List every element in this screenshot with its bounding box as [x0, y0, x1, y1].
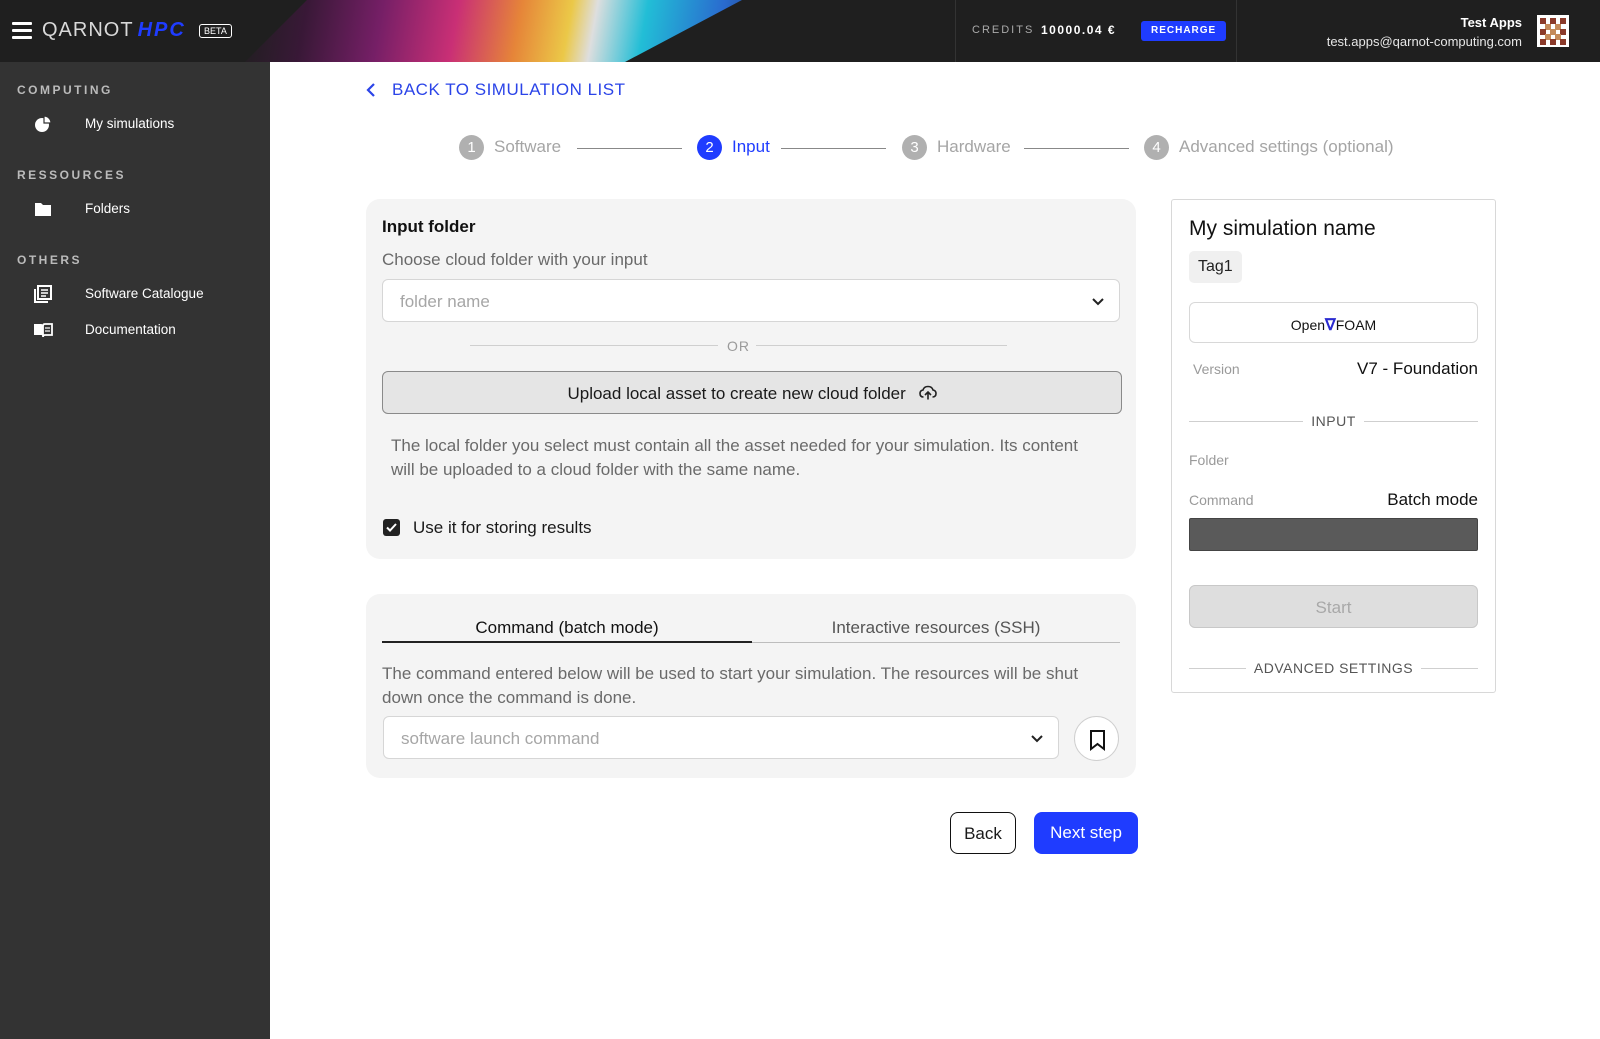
sidebar-section-others: OTHERS	[17, 253, 83, 267]
input-divider: INPUT	[1189, 413, 1478, 429]
sidebar-item-label: My simulations	[85, 116, 175, 131]
step-indicator: 1 Software 2 Input 3 Hardware 4 Advanced…	[459, 134, 1419, 162]
store-results-checkbox[interactable]	[383, 519, 400, 536]
openfoam-logo-icon: ∇	[1325, 317, 1336, 334]
cloud-upload-icon	[918, 385, 937, 400]
or-label: OR	[727, 338, 750, 354]
sidebar-section-computing: COMPUTING	[17, 83, 113, 97]
software-logo: Open∇FOAM	[1189, 302, 1478, 343]
input-folder-title: Input folder	[382, 217, 476, 236]
tab-label: Command (batch mode)	[475, 618, 659, 637]
avatar[interactable]	[1537, 15, 1569, 47]
command-select[interactable]: software launch command	[383, 716, 1059, 759]
logo-text: QARNOT	[42, 19, 134, 41]
step-number: 4	[1144, 135, 1169, 160]
tab-interactive-ssh[interactable]: Interactive resources (SSH)	[752, 612, 1120, 643]
or-separator: OR	[470, 338, 1007, 354]
chevron-left-icon	[364, 82, 380, 98]
advanced-settings-divider[interactable]: ADVANCED SETTINGS	[1189, 660, 1478, 676]
step-label: Hardware	[937, 137, 1011, 156]
folder-icon	[33, 199, 53, 219]
back-link-label: BACK TO SIMULATION LIST	[392, 80, 626, 99]
input-folder-subtitle: Choose cloud folder with your input	[382, 250, 648, 269]
simulation-tag[interactable]: Tag1	[1189, 251, 1242, 283]
sidebar-item-folders[interactable]: Folders	[0, 195, 270, 223]
command-select-placeholder: software launch command	[401, 729, 600, 748]
tab-label: Interactive resources (SSH)	[831, 618, 1041, 637]
user-email: test.apps@qarnot-computing.com	[1326, 34, 1522, 49]
tab-underline	[752, 642, 1120, 643]
sidebar-section-ressources: RESSOURCES	[17, 168, 127, 182]
folder-label: Folder	[1189, 452, 1229, 468]
start-button[interactable]: Start	[1189, 585, 1478, 628]
command-description: The command entered below will be used t…	[382, 664, 1079, 707]
app-logo[interactable]: QARNOT HPC	[42, 19, 186, 42]
command-value: Batch mode	[1387, 490, 1478, 509]
tab-underline-active	[382, 641, 752, 643]
sidebar-item-label: Software Catalogue	[85, 286, 204, 301]
back-button[interactable]: Back	[950, 812, 1016, 854]
step-number: 2	[697, 135, 722, 160]
sidebar-item-label: Documentation	[85, 322, 176, 337]
software-name-prefix: Open	[1290, 317, 1326, 333]
command-label: Command	[1189, 492, 1254, 508]
simulation-name: My simulation name	[1189, 217, 1376, 240]
command-preview	[1189, 518, 1478, 551]
next-step-button[interactable]: Next step	[1034, 812, 1138, 854]
credits-label: CREDITS	[972, 24, 1035, 36]
chevron-down-icon	[1030, 732, 1044, 746]
software-name-suffix: FOAM	[1335, 317, 1377, 333]
logo-accent: HPC	[137, 19, 186, 41]
step-connector	[1024, 148, 1129, 149]
hamburger-menu-icon[interactable]	[12, 22, 32, 39]
credits-value: 10000.04 €	[1041, 23, 1117, 37]
step-label: Software	[494, 137, 562, 156]
sidebar-item-software-catalogue[interactable]: Software Catalogue	[0, 280, 270, 308]
user-name: Test Apps	[1460, 15, 1522, 30]
next-step-label: Next step	[1050, 823, 1122, 842]
save-command-button[interactable]	[1074, 716, 1119, 761]
credits-panel: CREDITS 10000.04 € RECHARGE	[955, 0, 1237, 62]
back-button-label: Back	[964, 824, 1002, 843]
chevron-down-icon	[1091, 295, 1105, 309]
upload-help-text: The local folder you select must contain…	[391, 436, 1078, 479]
upload-button-label: Upload local asset to create new cloud f…	[383, 384, 1121, 404]
version-value: V7 - Foundation	[1357, 359, 1478, 378]
folder-select[interactable]: folder name	[382, 279, 1120, 322]
step-number: 3	[902, 135, 927, 160]
header-banner-art	[245, 0, 845, 62]
step-connector	[781, 148, 886, 149]
advanced-settings-label: ADVANCED SETTINGS	[1245, 660, 1422, 676]
book-icon	[33, 320, 53, 340]
sidebar-item-documentation[interactable]: Documentation	[0, 316, 270, 344]
step-label: Advanced settings (optional)	[1179, 137, 1394, 156]
upload-local-asset-button[interactable]: Upload local asset to create new cloud f…	[382, 371, 1122, 414]
sidebar-item-label: Folders	[85, 201, 131, 216]
store-results-label: Use it for storing results	[413, 518, 592, 537]
step-connector	[577, 148, 682, 149]
sidebar-item-my-simulations[interactable]: My simulations	[0, 110, 270, 138]
catalogue-icon	[33, 284, 53, 304]
simulations-icon	[33, 114, 53, 134]
bookmark-icon	[1090, 730, 1105, 752]
top-header: QARNOT HPC BETA CREDITS 10000.04 € RECHAR…	[0, 0, 1600, 62]
tab-command-batch-mode[interactable]: Command (batch mode)	[382, 612, 752, 643]
simulation-summary-panel: My simulation name Tag1 Open∇FOAM Versio…	[1171, 199, 1496, 693]
beta-badge: BETA	[199, 24, 232, 38]
recharge-button[interactable]: RECHARGE	[1141, 21, 1227, 41]
start-button-label: Start	[1315, 598, 1352, 617]
step-label: Input	[732, 137, 770, 156]
version-label: Version	[1193, 361, 1240, 377]
input-divider-label: INPUT	[1303, 413, 1364, 429]
step-number: 1	[459, 135, 484, 160]
sidebar: COMPUTING My simulations RESSOURCES Fold…	[0, 62, 270, 1039]
folder-select-placeholder: folder name	[400, 292, 490, 311]
